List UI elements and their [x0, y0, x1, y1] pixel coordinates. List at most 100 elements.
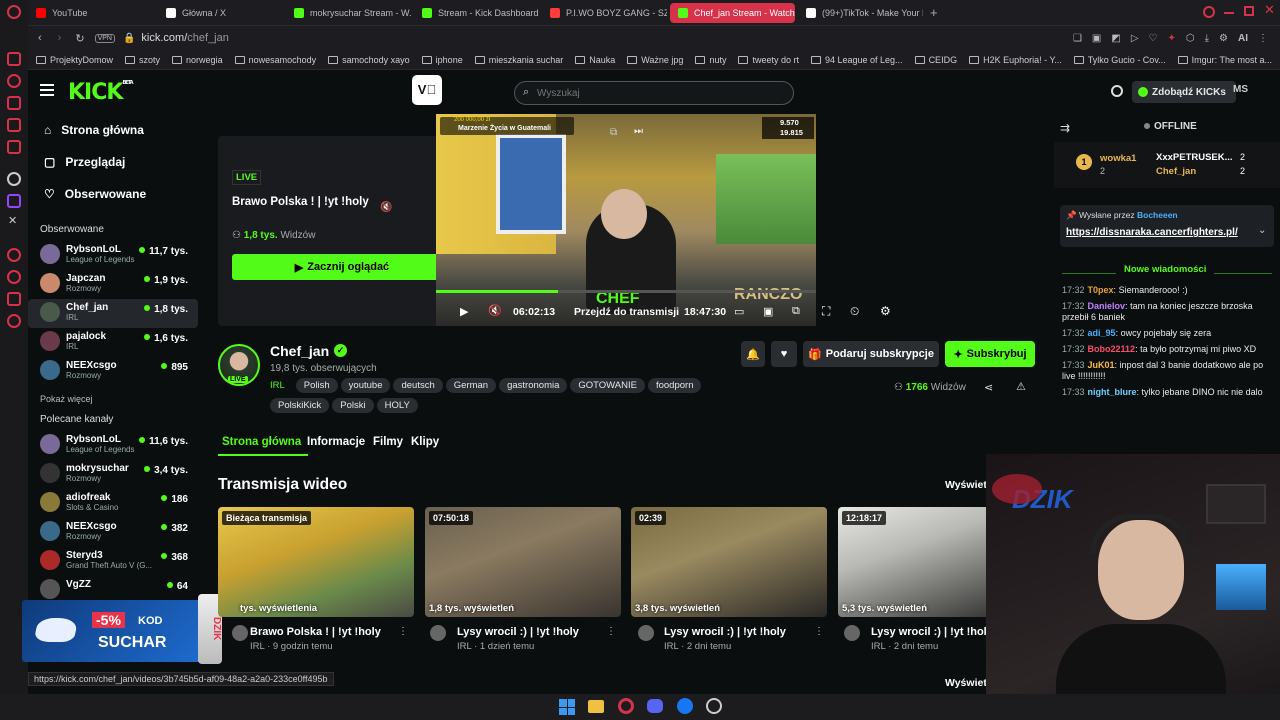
clip-icon[interactable]: ▣ — [763, 305, 773, 318]
tab-mokrysuchar[interactable]: mokrysuchar Stream - W... — [286, 3, 411, 23]
maximize-icon[interactable] — [1244, 6, 1254, 16]
vd-extension-icon[interactable]: V⃣ — [412, 75, 442, 105]
reload-icon[interactable]: ↻ — [75, 32, 84, 45]
bookmark-item[interactable]: nuty — [695, 55, 726, 65]
search-field[interactable] — [537, 85, 777, 101]
search-input[interactable]: ⌕ — [514, 81, 794, 105]
ai-button[interactable]: AI — [1238, 33, 1248, 44]
sidebar-channel-rybsonlol[interactable]: RybsonLoL League of Legends 11,7 tys. — [28, 241, 198, 270]
back-icon[interactable]: ‹ — [38, 32, 42, 44]
video-menu-icon[interactable]: ⋮ — [814, 626, 824, 637]
messenger-icon[interactable] — [7, 96, 21, 110]
windows-start-icon[interactable] — [559, 699, 575, 715]
settings-icon[interactable] — [7, 172, 21, 186]
heart-icon[interactable]: ♡ — [1149, 33, 1158, 44]
bookmark-item[interactable]: tweety do rt — [738, 55, 799, 65]
user-avatar[interactable]: MS — [1233, 84, 1248, 95]
menu-icon[interactable]: ⋮ — [1258, 33, 1268, 44]
muted-icon[interactable]: 🔇 — [380, 202, 392, 213]
nav-home[interactable]: ⌂ Strona główna — [28, 114, 198, 146]
video-card[interactable]: 12:18:17 5,3 tys. wyświetleń — [838, 507, 986, 617]
tag-pill[interactable]: IRL — [270, 378, 293, 393]
camera-icon[interactable]: ◩ — [1111, 33, 1120, 44]
video-card[interactable]: Bieżąca transmisja tys. wyświetlenia — [218, 507, 414, 617]
video-title[interactable]: Lysy wrocil :) | !yt !holy — [664, 626, 786, 638]
collapse-chat-icon[interactable]: ⇉ — [1060, 121, 1070, 135]
tab-clips[interactable]: Klipy — [411, 436, 439, 448]
pip-button-icon[interactable]: ⧉ — [792, 305, 800, 318]
sidebar-channel-steryd3[interactable]: Steryd3 Grand Theft Auto V (G... 368 — [28, 547, 198, 576]
minimize-icon[interactable] — [1224, 12, 1234, 14]
bookmark-item[interactable]: 94 League of Leg... — [810, 55, 903, 65]
jump-to-live-button[interactable]: Przejdź do transmisji — [574, 306, 679, 318]
subscribe-button[interactable]: ✦ Subskrybuj — [945, 341, 1035, 367]
search-tabs-icon[interactable] — [1203, 6, 1215, 18]
twitch-icon[interactable] — [7, 194, 21, 208]
new-tab-button[interactable]: + — [930, 5, 938, 20]
message-user[interactable]: Danielov — [1088, 301, 1126, 311]
nav-browse[interactable]: ▢ Przeglądaj — [28, 146, 198, 178]
opera-taskbar-icon[interactable] — [618, 698, 634, 714]
url-field[interactable]: kick.com/chef_jan — [141, 32, 228, 44]
file-explorer-icon[interactable] — [588, 700, 604, 713]
bookmark-item[interactable]: mieszkania suchar — [474, 55, 563, 65]
chevron-down-icon[interactable]: ⌄ — [1258, 225, 1266, 236]
clock-icon[interactable] — [7, 248, 21, 262]
chat-message[interactable]: 17:32 Bobo22112: ta było potrzymaj mi piw… — [1054, 344, 1280, 355]
fullscreen-icon[interactable]: ⛶ — [822, 304, 830, 319]
see-all-link-bottom[interactable]: Wyświetl — [945, 677, 990, 689]
play-icon[interactable]: ▷ — [1131, 33, 1139, 44]
sidebar-channel-neexcsgo[interactable]: NEEXcsgo Rozmowy 382 — [28, 518, 198, 547]
sidebar-channel-adiofreak[interactable]: adiofreak Slots & Casino 186 — [28, 489, 198, 518]
gear-icon[interactable] — [7, 314, 21, 328]
snapshot-icon[interactable]: ▣ — [1092, 33, 1101, 44]
tag-pill[interactable]: HOLY — [376, 398, 418, 413]
steam-icon[interactable] — [706, 698, 722, 714]
video-author-avatar[interactable] — [232, 625, 248, 641]
notification-bell-button[interactable]: 🔔 — [741, 341, 765, 367]
progress-bar[interactable] — [436, 290, 816, 293]
video-title[interactable]: Lysy wrocil :) | !yt !holy — [457, 626, 579, 638]
sidebar-channel-mokrysuchar[interactable]: mokrysuchar Rozmowy 3,4 tys. — [28, 460, 198, 489]
tag-pill[interactable]: Polski — [332, 398, 374, 413]
wallet-icon[interactable] — [7, 140, 21, 154]
nav-following[interactable]: ♡ Obserwowane — [28, 178, 198, 210]
notifications-icon[interactable] — [1111, 85, 1123, 97]
bookmark-item[interactable]: Imgur: The most a... — [1177, 55, 1272, 65]
tab-youtube[interactable]: YouTube — [28, 3, 156, 23]
sidebar-channel-chef_jan[interactable]: Chef_jan IRL 1,8 tys. — [28, 299, 198, 328]
chat-message[interactable]: 17:32 T0pex: Siemanderooo! :) — [1054, 285, 1280, 296]
video-menu-icon[interactable]: ⋮ — [398, 626, 408, 637]
video-player[interactable]: 200 000,00 zł Marzenie Życia w Guatemali… — [436, 114, 816, 326]
download-icon[interactable]: ⤓ — [1205, 33, 1209, 44]
music-icon[interactable] — [7, 270, 21, 284]
bookmark-item[interactable]: samochody xayo — [328, 55, 410, 65]
video-title[interactable]: Lysy wrocil :) | !yt !holy — [871, 626, 986, 638]
message-user[interactable]: Bobo22112 — [1088, 344, 1136, 354]
opera-sidebar-icon[interactable] — [7, 52, 21, 66]
tab-chef-jan[interactable]: Chef_jan Stream - Watch ... — [670, 3, 795, 23]
history-icon[interactable] — [7, 74, 21, 88]
theater-icon[interactable]: ▭ — [734, 305, 744, 318]
video-author-avatar[interactable] — [844, 625, 860, 641]
tab-tiktok[interactable]: (99+)TikTok - Make Your D... — [798, 3, 923, 23]
sidebar-channel-neexcsgo[interactable]: NEEXcsgo Rozmowy 895 — [28, 357, 198, 386]
mute-button[interactable]: 🔇 — [488, 304, 502, 317]
tag-pill[interactable]: PolskiKick — [270, 398, 330, 413]
follow-heart-button[interactable]: ♥ — [771, 341, 797, 367]
messenger-taskbar-icon[interactable] — [677, 698, 693, 714]
bookmark-item[interactable]: szoty — [125, 55, 160, 65]
chat-message[interactable]: 17:33 night_blure: tylko jebane DINO nic … — [1054, 387, 1280, 398]
forward-icon[interactable]: › — [58, 32, 62, 44]
message-user[interactable]: T0pex — [1088, 285, 1114, 295]
see-all-link[interactable]: Wyświetl — [945, 479, 990, 491]
chat-message[interactable]: 17:32 adi_95: owcy pojebały się zera — [1054, 328, 1280, 339]
tab-home[interactable]: Strona główna — [222, 436, 301, 448]
sidebar-channel-japczan[interactable]: Japczan Rozmowy 1,9 tys. — [28, 270, 198, 299]
video-author-avatar[interactable] — [638, 625, 654, 641]
video-card[interactable]: 02:39 3,8 tys. wyświetleń — [631, 507, 827, 617]
mail-icon[interactable] — [7, 118, 21, 132]
speed-icon[interactable]: ⏲ — [850, 304, 859, 319]
bookmark-item[interactable]: H2K Euphoria! - Y... — [969, 55, 1062, 65]
chat-message[interactable]: 17:33 JuK01: inpost dal 3 banie dodatkowo… — [1054, 360, 1280, 382]
